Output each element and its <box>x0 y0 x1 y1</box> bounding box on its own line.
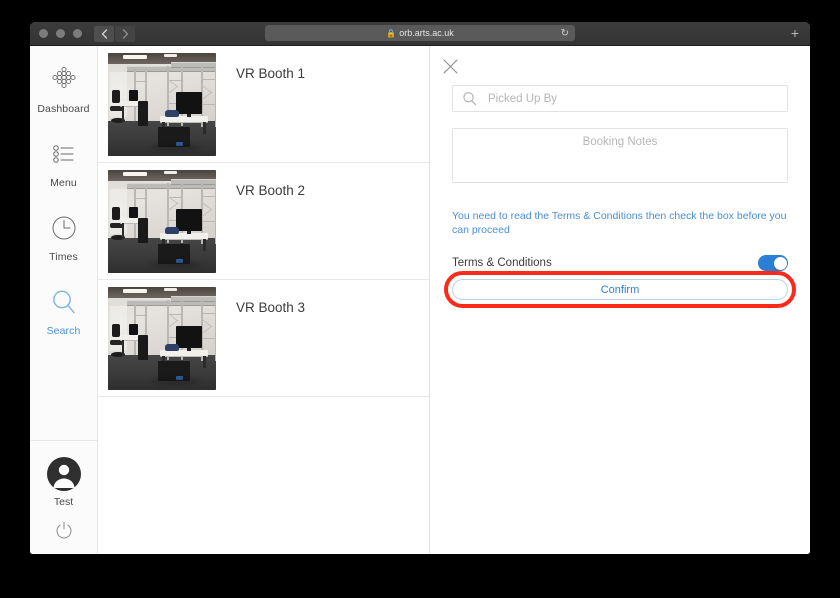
vr-booth-photo <box>108 170 216 273</box>
dashboard-grid-icon <box>47 63 81 97</box>
list-item-title: VR Booth 3 <box>236 300 306 315</box>
sidebar-item-dashboard[interactable]: Dashboard <box>30 46 97 120</box>
list-item-title: VR Booth 1 <box>236 66 306 81</box>
sidebar-item-times[interactable]: Times <box>30 194 97 268</box>
user-name-label: Test <box>53 496 74 508</box>
toggle-knob <box>773 256 787 270</box>
sidebar-item-label: Menu <box>50 177 77 189</box>
terms-conditions-row: Terms & Conditions <box>452 255 788 272</box>
app-body: Dashboard Menu Times Search Test VR Boot… <box>30 46 810 554</box>
browser-window: 🔒 orb.arts.ac.uk ↻ + Dashboard Menu Time… <box>30 22 810 554</box>
person-avatar-icon <box>53 464 74 488</box>
booth-thumbnail <box>108 53 216 156</box>
avatar[interactable] <box>46 457 81 491</box>
address-bar-url: orb.arts.ac.uk <box>399 28 454 38</box>
browser-nav-arrows <box>94 25 135 42</box>
window-traffic-lights <box>39 29 82 38</box>
list-item[interactable]: VR Booth 1 <box>98 46 429 163</box>
sidebar-item-label: Times <box>49 251 78 263</box>
list-menu-icon <box>47 137 81 171</box>
back-button[interactable] <box>94 25 114 42</box>
booking-detail-panel: You need to read the Terms & Conditions … <box>430 46 810 554</box>
sidebar: Dashboard Menu Times Search Test <box>30 46 98 554</box>
screen: 🔒 orb.arts.ac.uk ↻ + Dashboard Menu Time… <box>0 0 840 598</box>
sidebar-item-menu[interactable]: Menu <box>30 120 97 194</box>
terms-warning-text: You need to read the Terms & Conditions … <box>452 210 787 237</box>
lock-icon: 🔒 <box>386 28 397 38</box>
sidebar-item-label: Search <box>46 325 81 337</box>
list-item-title: VR Booth 2 <box>236 183 306 198</box>
booth-thumbnail <box>108 170 216 273</box>
sidebar-item-label: Dashboard <box>37 103 90 115</box>
chevron-left-icon <box>101 28 107 39</box>
terms-conditions-toggle[interactable] <box>758 255 788 272</box>
close-window-button[interactable] <box>39 29 48 38</box>
booth-list: VR Booth 1 VR Booth 2 VR Booth 3 <box>98 46 430 554</box>
new-tab-button[interactable]: + <box>784 24 806 42</box>
search-icon <box>47 285 81 319</box>
close-panel-button[interactable] <box>439 55 461 77</box>
list-item[interactable]: VR Booth 2 <box>98 163 429 280</box>
picked-up-by-input[interactable] <box>486 91 787 106</box>
minimize-window-button[interactable] <box>56 29 65 38</box>
address-bar[interactable]: 🔒 orb.arts.ac.uk ↻ <box>265 25 575 41</box>
confirm-button-wrapper: Confirm <box>444 271 796 309</box>
vr-booth-photo <box>108 53 216 156</box>
terms-conditions-label: Terms & Conditions <box>452 257 552 270</box>
vr-booth-photo <box>108 287 216 390</box>
chevron-right-icon <box>122 28 128 39</box>
booking-notes-input[interactable] <box>452 128 788 183</box>
confirm-button[interactable]: Confirm <box>452 279 788 301</box>
zoom-window-button[interactable] <box>73 29 82 38</box>
reload-icon[interactable]: ↻ <box>561 28 569 39</box>
sidebar-item-search[interactable]: Search <box>30 268 97 342</box>
forward-button[interactable] <box>115 25 135 42</box>
search-icon <box>462 91 477 106</box>
close-x-icon <box>442 58 458 74</box>
sidebar-user-section: Test <box>30 440 97 554</box>
power-icon[interactable] <box>53 519 75 541</box>
picked-up-by-field[interactable] <box>452 85 788 112</box>
browser-titlebar: 🔒 orb.arts.ac.uk ↻ + <box>30 22 810 46</box>
clock-icon <box>47 211 81 245</box>
list-item[interactable]: VR Booth 3 <box>98 280 429 397</box>
booth-thumbnail <box>108 287 216 390</box>
